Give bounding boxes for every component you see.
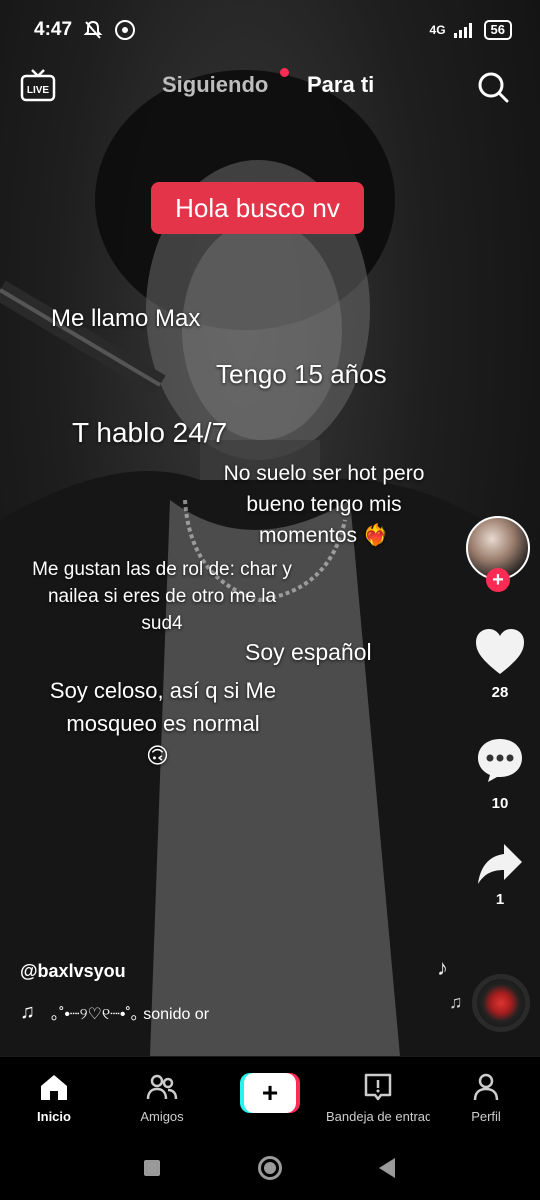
home-icon (41, 1075, 67, 1100)
sound-row[interactable]: ♫ ｡˚•┈୨♡୧┈•˚｡ sonido or (20, 1000, 280, 1024)
overlay-text-jealous: Soy celoso, así q si Me mosqueo es norma… (49, 678, 277, 736)
bottom-nav: Inicio Amigos + Bandeja de entrada Perfi… (0, 1056, 540, 1134)
nav-create[interactable]: + (216, 1057, 324, 1134)
overlay-text-hot: No suelo ser hot pero bueno tengo mis mo… (223, 462, 425, 547)
signal-icon (453, 19, 476, 41)
comment-icon[interactable] (476, 736, 524, 784)
profile-icon (473, 1073, 499, 1101)
live-label: LIVE (27, 85, 50, 96)
system-navigation-bar (0, 1134, 540, 1200)
nav-inbox[interactable]: Bandeja de entrada (324, 1057, 432, 1134)
nav-profile-label: Perfil (471, 1109, 501, 1124)
share-count: 1 (495, 891, 505, 908)
nav-inbox-label: Bandeja de entrada (326, 1109, 430, 1124)
app-notification-icon (114, 19, 136, 41)
headline-sticker: Hola busco nv (151, 182, 364, 234)
inbox-icon (364, 1073, 392, 1101)
creator-avatar-button[interactable]: + (466, 516, 530, 592)
home-button-icon[interactable] (258, 1156, 282, 1180)
mute-bell-icon (82, 19, 104, 41)
sound-name: ｡˚•┈୨♡୧┈•˚｡ sonido or (51, 1006, 210, 1023)
nav-friends-label: Amigos (140, 1109, 184, 1124)
overlay-text-roleplay: Me gustan las de rol de: char y nailea s… (32, 559, 292, 634)
heart-icon[interactable] (474, 628, 526, 676)
live-icon[interactable]: LIVE (20, 68, 56, 104)
creator-username[interactable]: @baxlvsyou (20, 961, 126, 982)
comment-count: 10 (491, 795, 509, 812)
notification-dot (280, 68, 289, 77)
share-icon[interactable] (476, 842, 524, 886)
nav-friends[interactable]: Amigos (108, 1057, 216, 1134)
music-icon: ♫ (20, 1000, 35, 1023)
tab-for-you[interactable]: Para ti (307, 72, 374, 98)
music-note-icon: ♪ (437, 955, 448, 980)
overlay-text-age: Tengo 15 años (216, 359, 387, 389)
follow-plus-icon[interactable]: + (486, 568, 510, 592)
plus-icon: + (244, 1073, 296, 1113)
network-type: 4G (429, 23, 446, 37)
create-button[interactable]: + (240, 1073, 300, 1113)
friends-icon (146, 1074, 178, 1100)
action-rail: + 28 10 1 (460, 0, 540, 1056)
top-nav: LIVE Siguiendo Para ti (0, 62, 540, 112)
recent-apps-icon[interactable] (144, 1160, 160, 1176)
overlay-text-spanish: Soy español (245, 639, 372, 665)
nav-home[interactable]: Inicio (0, 1057, 108, 1134)
overlay-emoji: 🙃 (146, 743, 169, 768)
like-count: 28 (491, 684, 509, 701)
overlay-text-name: Me llamo Max (51, 305, 201, 332)
battery-level: 56 (483, 20, 512, 40)
back-icon[interactable] (379, 1158, 395, 1178)
nav-profile[interactable]: Perfil (432, 1057, 540, 1134)
status-bar: 4:47 4G 56 (0, 0, 540, 60)
clock: 4:47 (34, 19, 73, 40)
sound-disc-icon[interactable] (472, 974, 530, 1032)
tab-following[interactable]: Siguiendo (162, 72, 268, 98)
overlay-text-talk: T hablo 24/7 (72, 417, 228, 448)
nav-home-label: Inicio (37, 1109, 71, 1124)
